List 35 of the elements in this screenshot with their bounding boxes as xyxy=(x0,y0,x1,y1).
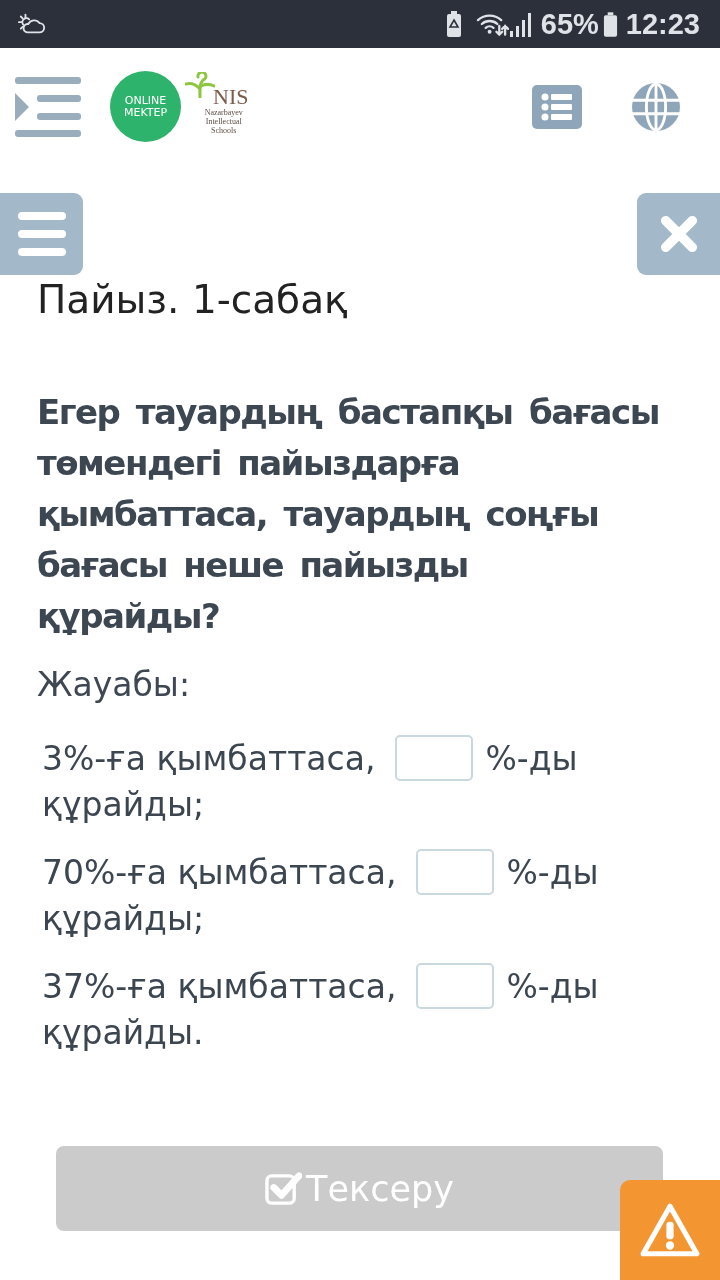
answer-text: %-ды xyxy=(485,738,578,778)
globe-icon[interactable] xyxy=(632,82,680,131)
answer-text: құрайды. xyxy=(42,1012,205,1054)
answer-box[interactable] xyxy=(395,735,474,781)
answer-text: құрайды; xyxy=(42,898,206,940)
list-icon[interactable] xyxy=(532,84,582,129)
question-text: Егер тауардың бастапқы бағасы төмендегі пайыздарға қымбаттаса, тауардың соңғы бағасы неше пайызды құрайды? xyxy=(37,391,659,638)
answer-box[interactable] xyxy=(416,963,495,1009)
answer-text: %-ды xyxy=(506,852,599,892)
sprout-icon xyxy=(185,72,215,98)
answer-text: %-ды xyxy=(506,966,599,1006)
answer-text: 70%-ға қымбаттаса, xyxy=(42,852,397,892)
warning-icon xyxy=(639,1202,701,1258)
logo-mark: NIS xyxy=(213,86,249,108)
lesson-title: Пайыз. 1-сабақ xyxy=(37,276,349,324)
close-icon xyxy=(659,215,698,253)
battery-percent: 65% xyxy=(540,7,599,41)
answer-text: 37%-ға қымбаттаса, xyxy=(42,966,397,1006)
answer-label: Жауабы: xyxy=(37,664,192,706)
logo-subtitle: Nazarbayev Intellectual Schools xyxy=(204,108,243,135)
logo-text: ONLINE MEKTEP xyxy=(123,94,168,119)
answer-text: 3%-ға қымбаттаса, xyxy=(42,738,376,778)
checkbox-tick-icon xyxy=(265,1170,303,1207)
signal-icon xyxy=(508,11,533,37)
menu-icon[interactable] xyxy=(15,76,81,137)
battery-recycle-icon xyxy=(445,11,462,37)
report-button[interactable] xyxy=(620,1180,720,1280)
answer-box[interactable] xyxy=(416,849,495,895)
menu-button[interactable] xyxy=(0,193,83,275)
clock: 12:23 xyxy=(625,7,700,41)
close-button[interactable] xyxy=(637,193,720,275)
answer-text: құрайды; xyxy=(42,784,206,826)
battery-icon xyxy=(602,11,618,37)
weather-icon xyxy=(18,12,46,36)
menu-icon xyxy=(17,212,66,256)
